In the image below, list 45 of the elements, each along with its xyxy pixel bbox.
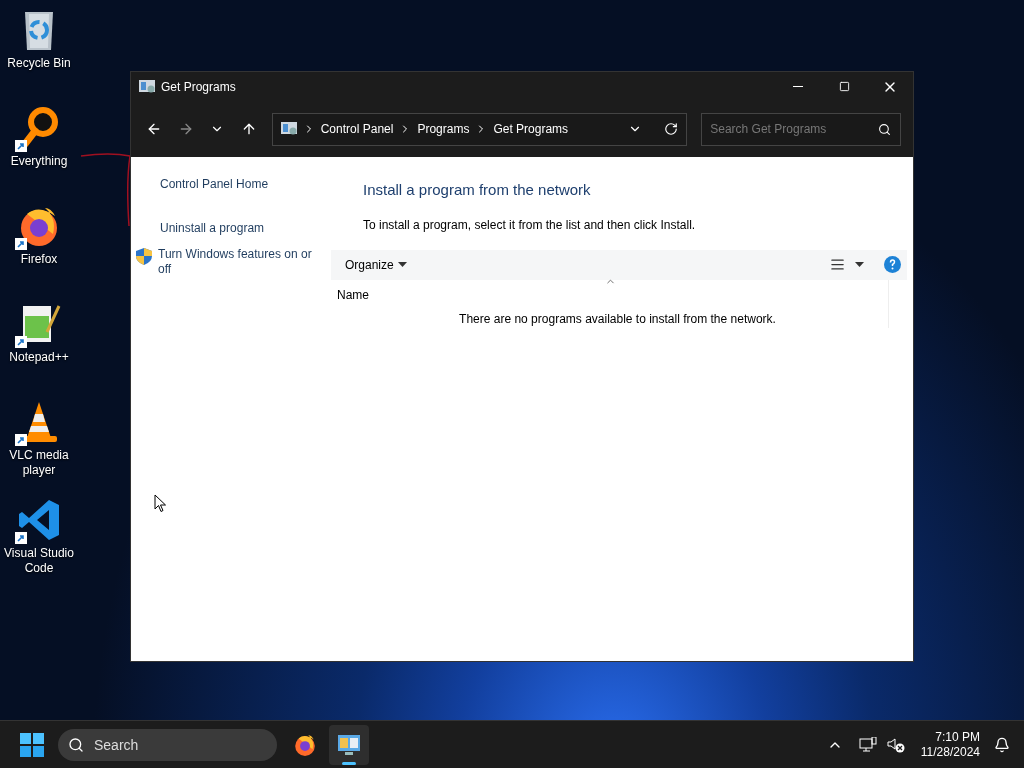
start-button[interactable] [20,732,44,757]
sidebar-link[interactable]: Control Panel Home [160,177,269,191]
breadcrumb-item[interactable]: Programs [417,120,470,138]
help-icon[interactable] [884,256,901,273]
clock-date[interactable]: 11/28/2024 [920,744,980,760]
instruction-text: To install a program, select it from the list and then click Install. [363,216,697,234]
caret-icon[interactable] [855,262,864,267]
control-panel-icon [139,79,155,94]
minimize-icon [793,86,803,87]
breadcrumb-item[interactable]: Control Panel [320,120,394,138]
fox-globe-icon [293,732,317,757]
address-bar[interactable]: Control Panel Programs Get Programs [271,112,688,146]
desktop-icon-label[interactable]: Visual Studio Code [0,546,78,576]
desktop-icon-label[interactable]: Everything [10,154,68,169]
clock-time[interactable]: 7:10 PM [935,729,980,745]
mouse-cursor-icon [154,494,167,513]
taskbar-search-field[interactable]: Search [58,728,277,761]
control-panel-icon [337,733,361,756]
desktop-icon-label[interactable]: Recycle Bin [7,56,71,71]
active-indicator [342,761,356,765]
notification-bell-icon[interactable] [994,736,1010,753]
search-field[interactable]: Search Get Programs [701,112,901,146]
desktop-icon-label[interactable]: VLC media player [0,448,78,478]
sidebar-link[interactable]: Turn Windows features on or off [158,247,318,277]
empty-list-message: There are no programs available to install from the network. [459,310,776,328]
sidebar-link[interactable]: Uninstall a program [160,221,265,235]
code-editor-icon [17,498,61,542]
caret-icon [397,262,407,267]
taskbar-app-button[interactable] [329,724,369,765]
organize-button[interactable]: Organize [345,255,407,274]
view-icon[interactable] [830,257,845,272]
maximize-icon [838,81,850,92]
control-panel-icon [280,122,297,136]
desktop-icon-label[interactable]: Notepad++ [9,350,69,365]
shield-icon [136,248,152,265]
refresh-icon[interactable] [664,122,679,136]
search-icon [68,736,84,753]
muted-speaker-icon[interactable] [886,736,905,753]
desktop-icon-label[interactable]: Firefox [20,252,58,267]
network-icon[interactable] [858,736,877,753]
breadcrumb-item[interactable]: Get Programs [493,120,569,138]
column-header[interactable]: Name [337,285,888,304]
page-heading: Install a program from the network [363,180,592,200]
search-icon [878,122,891,136]
window-title: Get Programs [161,78,237,96]
